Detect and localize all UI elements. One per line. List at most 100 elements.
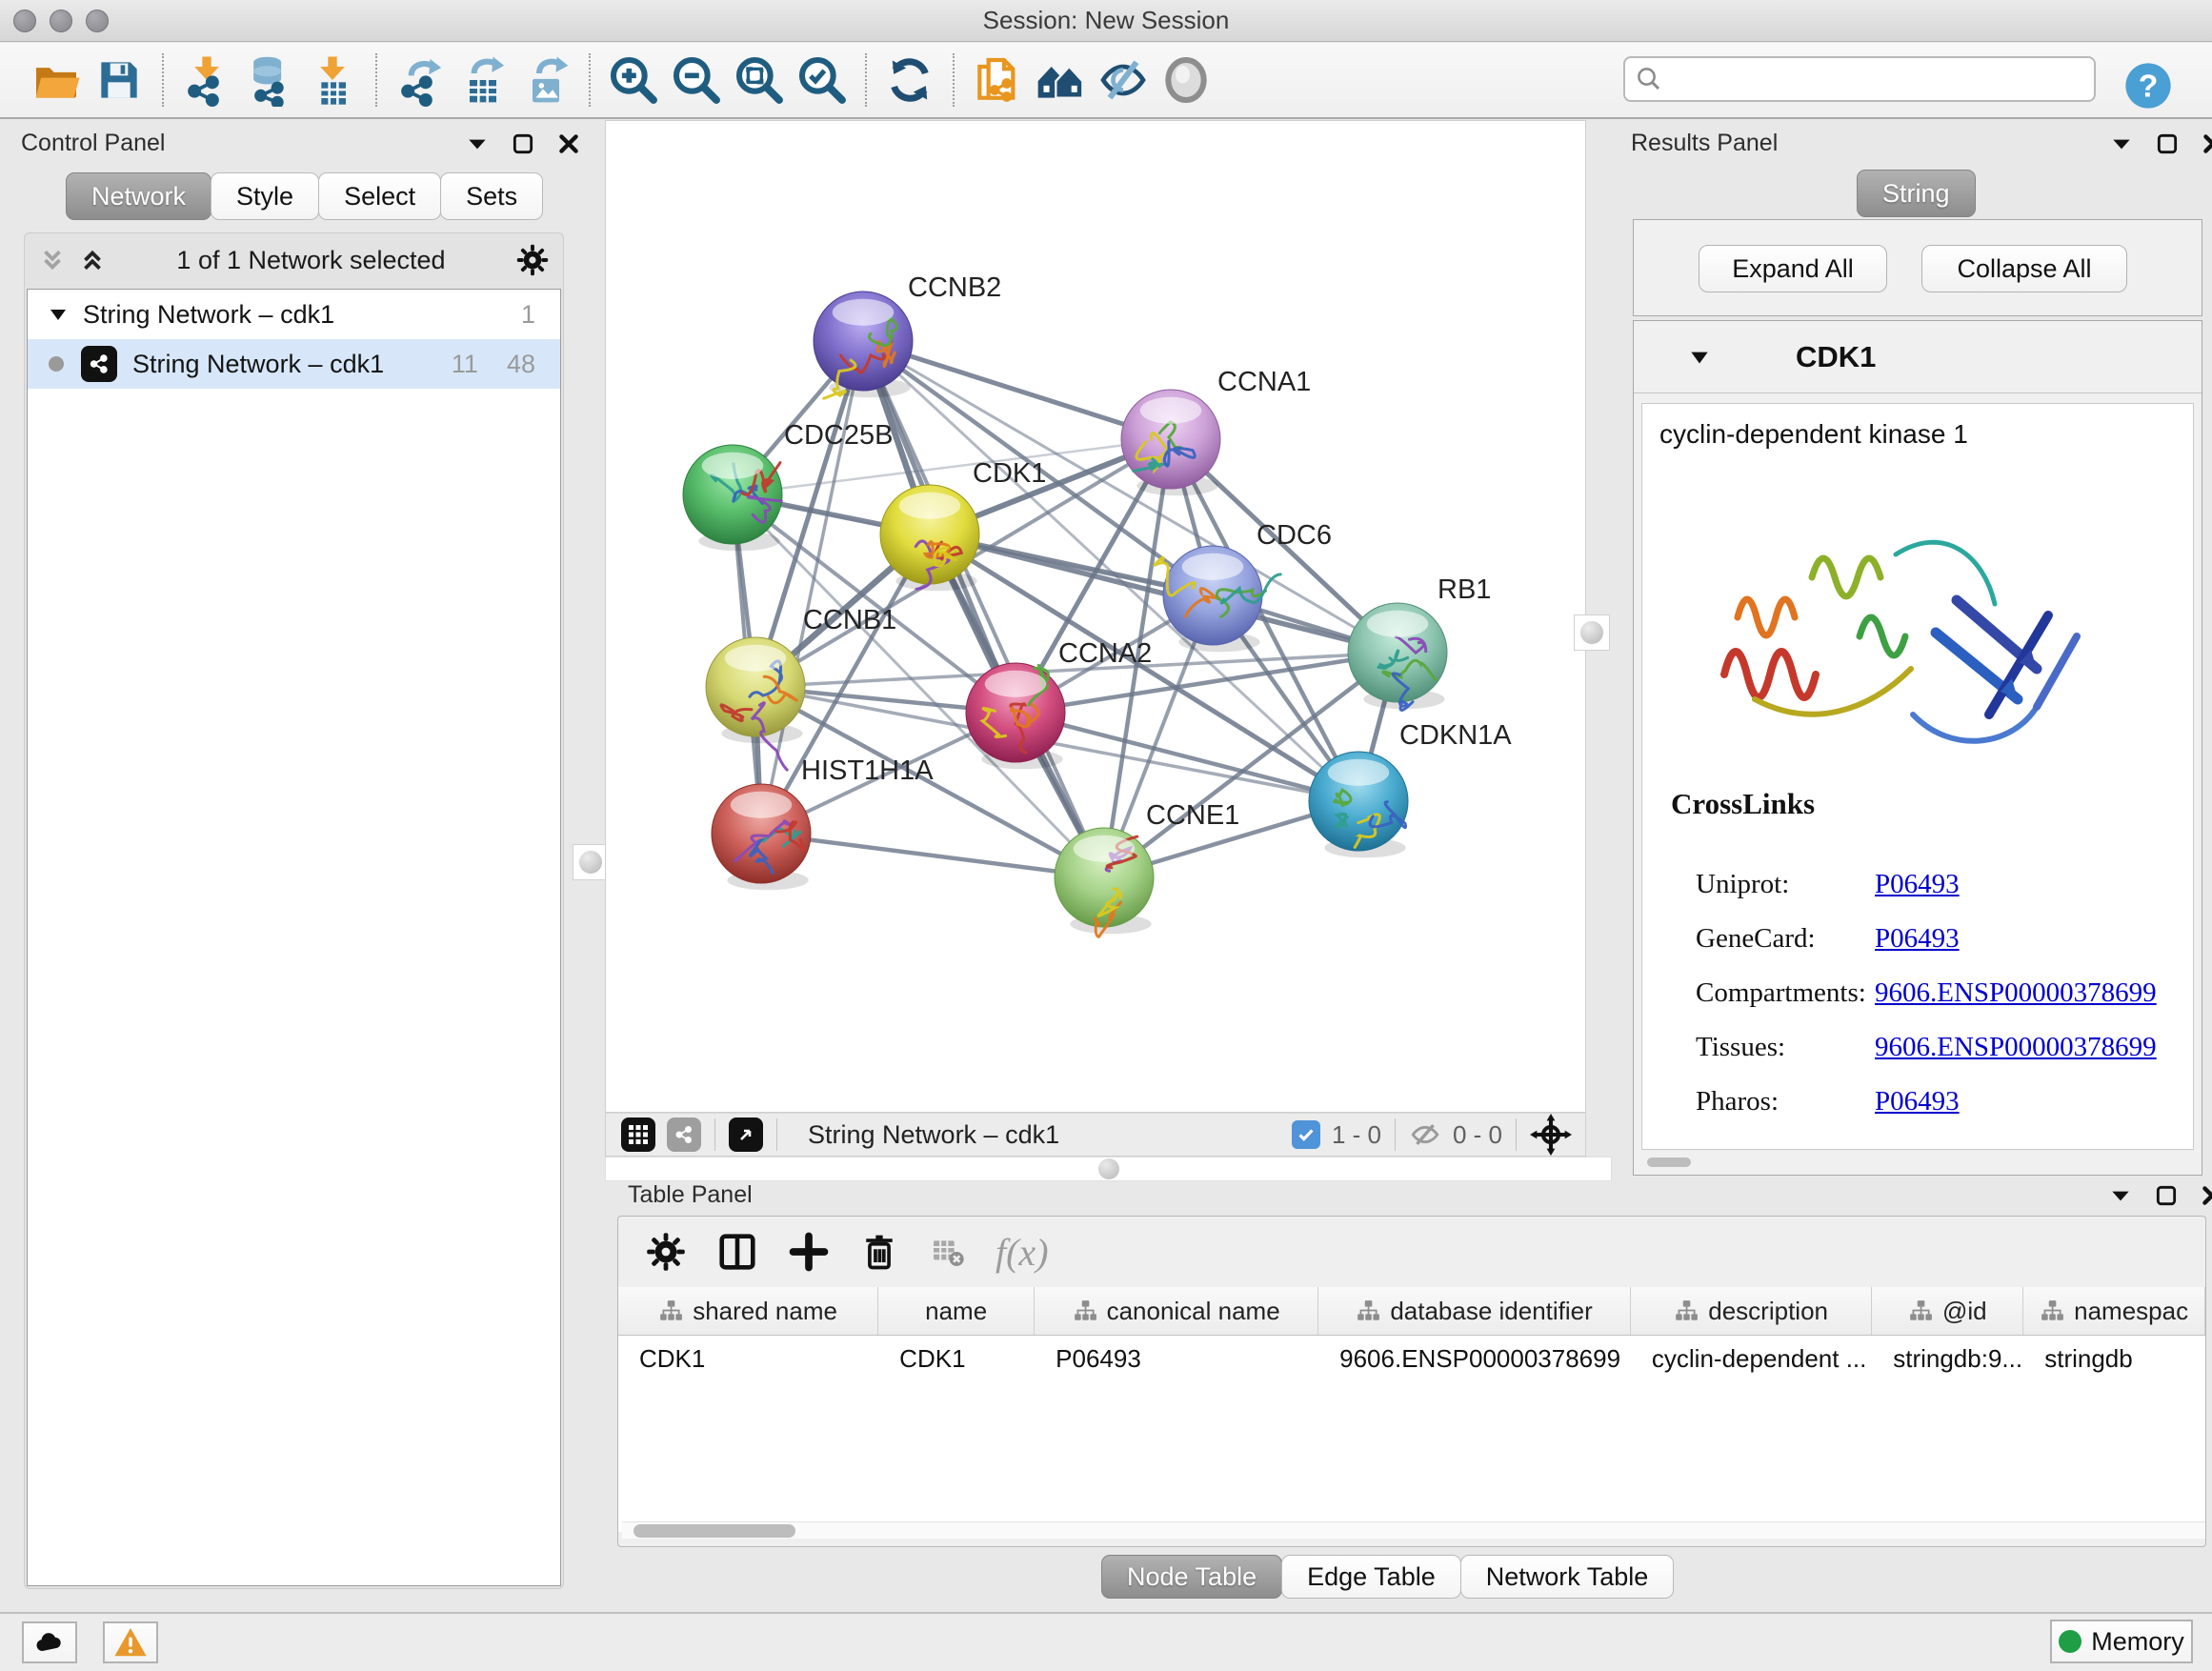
column-header-description[interactable]: description [1631,1287,1872,1335]
network-node[interactable]: HIST1H1A [712,755,934,890]
birdseye-toggle-icon[interactable] [729,1117,763,1152]
share-session-file-button[interactable] [966,49,1029,111]
export-image-button[interactable] [514,49,577,111]
horizontal-splitter[interactable] [605,1157,1612,1181]
gene-disclosure-icon[interactable] [1687,345,1712,370]
table-cell[interactable]: stringdb [2023,1336,2205,1381]
network-node[interactable]: CCNE1 [1055,800,1239,936]
table-cell[interactable]: stringdb:9... [1872,1336,2023,1381]
export-table-to-file-button[interactable] [452,49,514,111]
network-node[interactable]: CDK1 [880,458,1046,591]
panel-close-icon[interactable] [556,131,581,156]
results-scrollbar-thumb[interactable] [1647,1158,1691,1167]
memory-button[interactable]: Memory [2050,1620,2193,1663]
table-cell[interactable]: CDK1 [618,1336,878,1381]
crosslink-value-link[interactable]: P06493 [1875,1086,1960,1117]
grid-view-icon[interactable] [621,1117,655,1152]
add-column-icon[interactable] [788,1231,830,1273]
column-header-canonical-name[interactable]: canonical name [1035,1287,1318,1335]
gene-header-row[interactable]: CDK1 [1634,321,2202,393]
help-button[interactable]: ? [2117,54,2180,117]
import-network-from-database-button[interactable] [238,49,301,111]
zoom-out-button[interactable] [665,49,728,111]
crosslink-value-link[interactable]: P06493 [1875,923,1960,955]
zoom-in-button[interactable] [602,49,665,111]
tab-select[interactable]: Select [318,172,441,220]
panel-close-icon[interactable] [2201,131,2212,156]
network-node[interactable]: CDC25B [683,420,893,551]
export-network-to-file-button[interactable] [389,49,452,111]
hidden-eye-icon[interactable] [1409,1118,1441,1151]
zoom-fit-button[interactable] [728,49,791,111]
crosslink-value-link[interactable]: 9606.ENSP00000378699 [1875,1032,2157,1063]
network-node[interactable]: RB1 [1348,574,1491,711]
table-cell[interactable]: P06493 [1035,1336,1318,1381]
panel-menu-icon[interactable] [2109,131,2134,156]
refresh-view-button[interactable] [878,49,941,111]
collapse-all-button[interactable]: Collapse All [1921,245,2127,292]
column-header-database-identifier[interactable]: database identifier [1318,1287,1631,1335]
crosslink-value-link[interactable]: 9606.ENSP00000378699 [1875,977,2157,1009]
tab-string[interactable]: String [1857,170,1976,217]
fit-selected-crosshair-icon[interactable] [1530,1114,1572,1156]
right-splitter-handle[interactable] [1574,614,1610,651]
gear-icon[interactable] [515,243,550,277]
column-header-name[interactable]: name [878,1287,1035,1335]
network-node[interactable]: CCNB2 [814,272,1001,398]
tab-node-table[interactable]: Node Table [1101,1555,1282,1599]
show-column-icon[interactable] [715,1230,759,1274]
tab-network[interactable]: Network [66,172,211,220]
table-settings-gear-icon[interactable] [645,1231,687,1273]
column-header--id[interactable]: @id [1872,1287,2023,1335]
table-cell[interactable]: 9606.ENSP00000378699 [1318,1336,1631,1381]
network-collection-row[interactable]: String Network – cdk1 1 [28,290,560,339]
network-node[interactable]: CDC6 [1154,520,1332,652]
table-scrollbar-thumb[interactable] [633,1524,795,1538]
crosslink-value-link[interactable]: P06493 [1875,869,1960,900]
tab-style[interactable]: Style [211,172,319,220]
tab-sets[interactable]: Sets [440,172,543,220]
panel-float-icon[interactable] [2155,131,2180,156]
network-node[interactable]: CCNA1 [1121,367,1311,495]
horizontal-splitter-handle[interactable] [1098,1158,1119,1179]
panel-float-icon[interactable] [2154,1183,2179,1208]
open-session-button[interactable] [25,49,88,111]
left-splitter-handle[interactable] [573,844,609,880]
table-row[interactable]: CDK1CDK1P064939606.ENSP00000378699cyclin… [618,1336,2205,1381]
table-cell[interactable]: CDK1 [878,1336,1035,1381]
zoom-selected-button[interactable] [791,49,854,111]
import-network-from-file-button[interactable] [175,49,238,111]
network-share-icon[interactable] [667,1117,701,1152]
network-canvas[interactable]: CCNB2CCNA1CDC25BCDK1CDC6RB1CCNB1CCNA2CDK… [605,120,1586,1113]
network-row[interactable]: String Network – cdk1 11 48 [28,339,560,389]
show-hide-graphics-details-button[interactable] [1092,49,1155,111]
network-graph[interactable]: CCNB2CCNA1CDC25BCDK1CDC6RB1CCNB1CCNA2CDK… [606,121,1585,1112]
warnings-button[interactable] [103,1621,158,1663]
birds-eye-view-button[interactable] [1155,49,1217,111]
save-session-button[interactable] [88,49,151,111]
panel-menu-icon[interactable] [465,131,490,156]
panel-float-icon[interactable] [511,131,535,156]
expand-all-icon[interactable] [78,246,107,274]
column-header-namespac[interactable]: namespac [2023,1287,2205,1335]
cytoscape-home-button[interactable] [1029,49,1092,111]
network-node[interactable]: CCNB1 [706,605,896,770]
panel-menu-icon[interactable] [2108,1183,2133,1208]
network-edge[interactable] [863,341,1104,877]
tab-edge-table[interactable]: Edge Table [1281,1555,1461,1599]
network-node[interactable]: CDKN1A [1309,720,1512,857]
cloud-status-button[interactable] [22,1621,77,1663]
import-table-from-file-button[interactable] [301,49,364,111]
table-horizontal-scrollbar[interactable] [622,1521,2205,1539]
column-header-shared-name[interactable]: shared name [618,1287,878,1335]
table-cell[interactable]: cyclin-dependent ... [1631,1336,1872,1381]
selected-nodes-checkbox[interactable] [1292,1120,1320,1149]
delete-column-trash-icon[interactable] [858,1231,900,1273]
network-edge[interactable] [761,834,1104,877]
tab-network-table[interactable]: Network Table [1460,1555,1675,1599]
collapse-all-icon[interactable] [38,246,67,274]
expand-all-button[interactable]: Expand All [1699,245,1887,292]
search-input[interactable] [1663,60,2094,98]
panel-close-icon[interactable] [2200,1183,2212,1208]
disclosure-triangle-icon[interactable] [47,303,70,326]
